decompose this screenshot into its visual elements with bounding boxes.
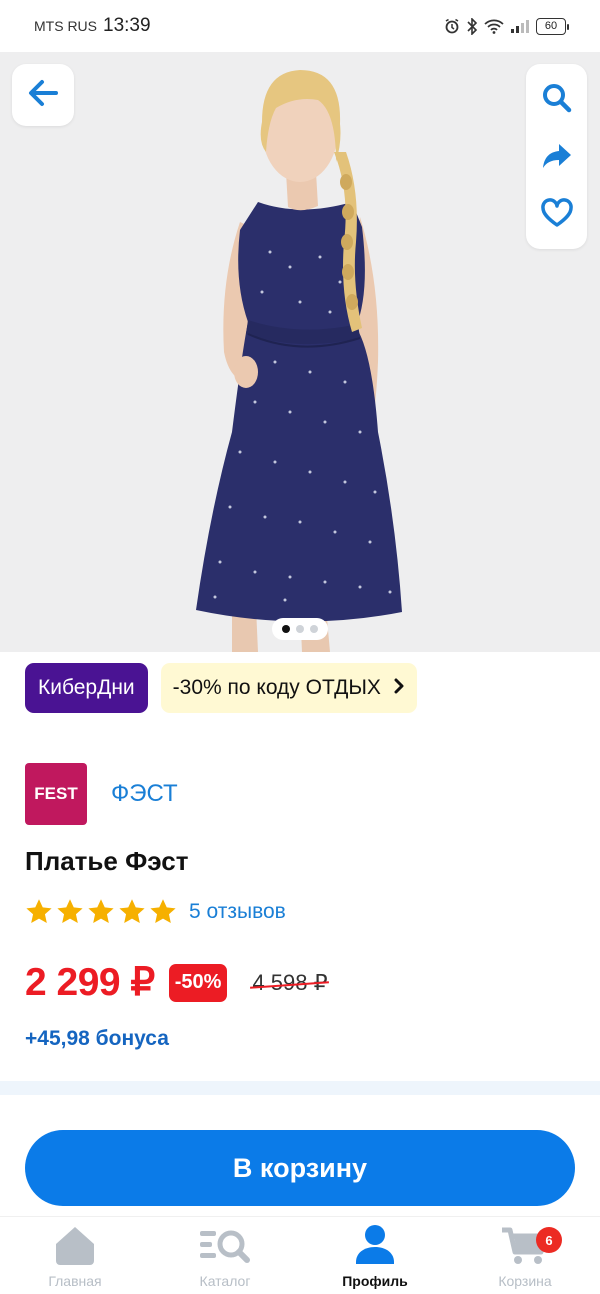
add-to-cart-button[interactable]: В корзину	[25, 1130, 575, 1206]
brand-name[interactable]: ФЭСТ	[111, 780, 178, 808]
search-icon[interactable]	[541, 82, 573, 118]
back-button[interactable]	[12, 64, 74, 126]
reviews-link[interactable]: 5 отзывов	[189, 900, 286, 924]
status-icons: 60	[444, 17, 569, 35]
status-bar: MTS RUS 13:39 60	[0, 0, 600, 52]
star-icon	[119, 899, 145, 924]
catalog-icon	[196, 1224, 254, 1270]
cart-count-badge: 6	[536, 1227, 562, 1253]
promo-chips: КиберДни -30% по коду ОТДЫХ	[25, 663, 417, 713]
rating-stars	[25, 898, 177, 925]
wifi-icon	[484, 18, 504, 34]
carousel-indicator	[272, 618, 328, 640]
nav-item-profile[interactable]: Профиль	[300, 1217, 450, 1294]
heart-icon[interactable]	[540, 197, 573, 232]
star-icon	[26, 899, 52, 924]
nav-label: Главная	[48, 1273, 102, 1289]
carousel-dot[interactable]	[282, 625, 290, 633]
battery-icon: 60	[536, 17, 569, 35]
arrow-left-icon	[27, 79, 59, 111]
bottom-navigation: Главная Каталог Профиль Корзина 6	[0, 1216, 600, 1294]
discount-badge: -50%	[168, 963, 228, 1002]
promo-tag[interactable]: КиберДни	[25, 663, 148, 713]
signal-icon	[510, 19, 530, 33]
promo-code-chip[interactable]: -30% по коду ОТДЫХ	[160, 663, 417, 713]
product-photo	[0, 52, 600, 652]
chevron-right-icon	[393, 676, 405, 700]
star-icon	[88, 899, 114, 924]
bonus-amount: +45,98 бонуса	[25, 1027, 169, 1050]
alarm-icon	[444, 18, 460, 34]
promo-code-text: -30% по коду ОТДЫХ	[172, 676, 381, 699]
brand-row[interactable]: FEST ФЭСТ	[25, 763, 178, 825]
nav-item-cart[interactable]: Корзина 6	[450, 1217, 600, 1294]
nav-item-home[interactable]: Главная	[0, 1217, 150, 1294]
carousel-dot[interactable]	[310, 625, 318, 633]
carousel-dot[interactable]	[296, 625, 304, 633]
nav-label: Каталог	[199, 1273, 251, 1289]
status-time: 13:39	[103, 15, 151, 36]
current-price: 2 299 ₽	[25, 961, 155, 1004]
product-image-carousel[interactable]	[0, 52, 600, 652]
section-divider	[0, 1081, 600, 1095]
bluetooth-icon	[466, 17, 478, 35]
share-icon[interactable]	[541, 141, 573, 175]
product-title: Платье Фэст	[25, 846, 189, 876]
brand-logo[interactable]: FEST	[25, 763, 87, 825]
old-price: 4 598 ₽	[252, 969, 328, 995]
profile-icon	[353, 1224, 397, 1270]
star-icon	[57, 899, 83, 924]
carrier-name: MTS RUS	[34, 18, 97, 34]
price-row: 2 299 ₽ -50% 4 598 ₽	[25, 960, 328, 1005]
home-icon	[52, 1224, 98, 1270]
nav-label: Профиль	[342, 1273, 408, 1289]
nav-label: Корзина	[498, 1273, 552, 1289]
image-actions-panel	[526, 64, 587, 249]
rating-row[interactable]: 5 отзывов	[25, 898, 286, 925]
nav-item-catalog[interactable]: Каталог	[150, 1217, 300, 1294]
star-icon	[150, 899, 176, 924]
